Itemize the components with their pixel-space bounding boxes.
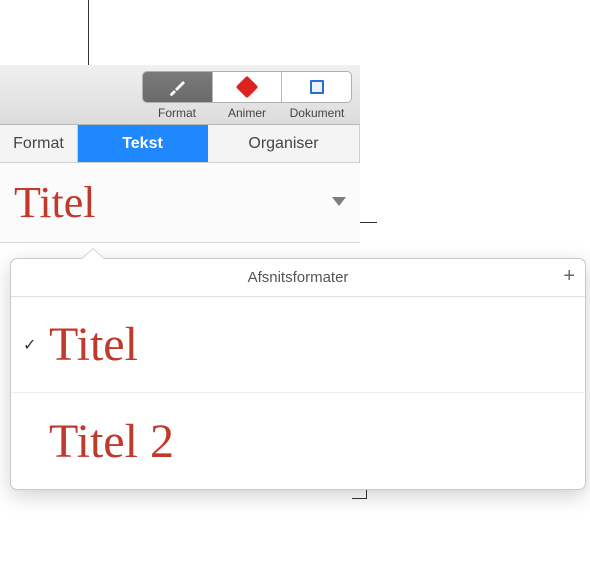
paragraph-styles-popover: Afsnitsformater + ✓ Titel Titel 2 [10,258,586,490]
toolbar-label-document: Dokument [282,106,352,120]
paragraph-style-selector[interactable]: Titel [0,163,360,243]
diamond-icon [236,76,259,99]
window-toolbar: Format Animer Dokument [0,65,360,125]
tab-text[interactable]: Tekst [78,125,208,162]
current-style-label: Titel [14,177,96,228]
style-item-titel-2[interactable]: Titel 2 [11,393,585,489]
document-icon [310,80,324,94]
toolbar-tab-document[interactable] [282,72,351,102]
toolbar-labels: Format Animer Dokument [142,106,352,120]
chevron-down-icon [332,197,346,206]
toolbar-segmented [142,71,352,103]
popover-heading-row: Afsnitsformater + [11,259,585,297]
add-style-button[interactable]: + [563,267,575,285]
toolbar-label-animate: Animer [212,106,282,120]
tab-arrange[interactable]: Organiser [208,125,360,162]
style-item-label: Titel 2 [49,414,174,469]
brush-icon [167,77,187,97]
callout-line [88,0,89,65]
popover-heading: Afsnitsformater [248,269,349,286]
checkmark-icon: ✓ [23,335,43,355]
toolbar-label-format: Format [142,106,212,120]
callout-bracket [352,498,366,499]
toolbar-tab-format[interactable] [143,72,213,102]
inspector-panel: Format Animer Dokument Format Tekst Orga… [0,65,360,243]
style-item-label: Titel [49,317,138,372]
inspector-tabs: Format Tekst Organiser [0,125,360,163]
toolbar-tab-animate[interactable] [213,72,283,102]
style-item-titel[interactable]: ✓ Titel [11,297,585,393]
tab-format[interactable]: Format [0,125,78,162]
